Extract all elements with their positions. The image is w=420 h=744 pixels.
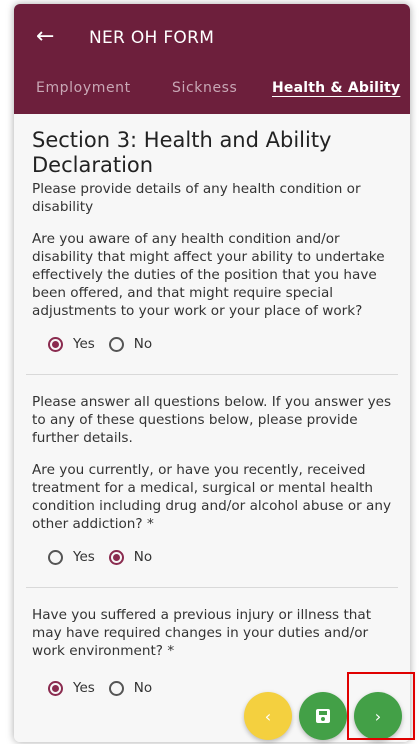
tab-sickness[interactable]: Sickness (172, 80, 237, 96)
question-2-no-label[interactable]: No (134, 549, 152, 565)
question-3-yes-label[interactable]: Yes (73, 680, 95, 696)
divider (26, 374, 398, 375)
question-2-no-radio[interactable] (108, 549, 124, 565)
app-bar: ← NER OH FORM Employment Sickness Health… (14, 4, 410, 114)
question-3-options: Yes No (48, 680, 392, 696)
question-1-no-label[interactable]: No (134, 336, 152, 352)
save-button[interactable] (299, 692, 347, 740)
question-3-yes-radio[interactable] (48, 680, 63, 696)
question-3-text: Have you suffered a previous injury or i… (32, 607, 372, 659)
section-description: Please provide details of any health con… (32, 181, 361, 215)
question-1-options: Yes No (48, 336, 392, 352)
question-2-yes-label[interactable]: Yes (73, 549, 95, 565)
question-2-yes-radio[interactable] (48, 549, 63, 565)
question-3-no-label[interactable]: No (134, 680, 152, 696)
question-1-yes-radio[interactable] (48, 336, 63, 352)
tab-health-ability[interactable]: Health & Ability (272, 80, 400, 96)
question-1-yes-label[interactable]: Yes (73, 336, 95, 352)
divider (26, 587, 398, 588)
phone-frame: ← NER OH FORM Employment Sickness Health… (14, 4, 410, 742)
tab-bar: Employment Sickness Health & Ability (14, 74, 410, 110)
floppy-disk-icon (316, 709, 330, 723)
chevron-left-icon: ‹ (264, 706, 272, 726)
tab-employment[interactable]: Employment (36, 80, 131, 96)
previous-button[interactable]: ‹ (244, 692, 292, 740)
form-content: Section 3: Health and Ability Declaratio… (14, 114, 410, 742)
question-2-text: Are you currently, or have you recently,… (32, 462, 392, 532)
questions-intro: Please answer all questions below. If yo… (32, 394, 392, 446)
highlight-box (347, 672, 415, 740)
question-1-text: Are you aware of any health condition an… (32, 231, 385, 319)
question-1-no-radio[interactable] (108, 336, 124, 352)
app-title: NER OH FORM (89, 28, 215, 48)
section-title: Section 3: Health and Ability Declaratio… (32, 128, 332, 177)
arrow-left-icon[interactable]: ← (36, 26, 54, 48)
question-2-options: Yes No (48, 549, 392, 565)
question-3-no-radio[interactable] (108, 680, 124, 696)
